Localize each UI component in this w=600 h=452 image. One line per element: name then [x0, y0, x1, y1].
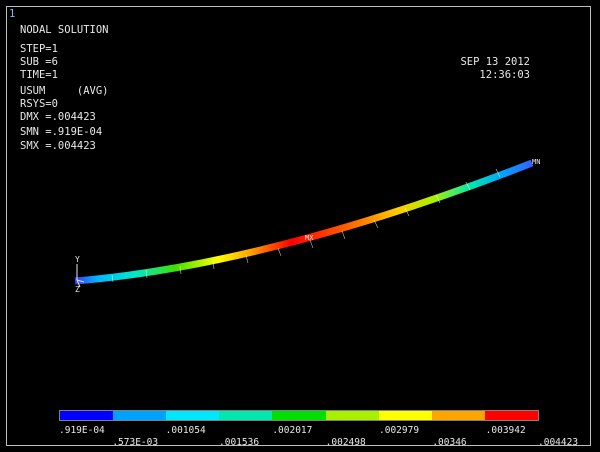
deformed-beam-plot[interactable]: MX MN Y Z	[0, 0, 600, 452]
legend-color-3	[219, 411, 273, 420]
triad-y-label: Y	[75, 255, 80, 264]
legend-label-top: .002017	[272, 425, 313, 436]
max-marker: MX	[305, 234, 314, 242]
legend-color-0	[60, 411, 114, 420]
graphics-window[interactable]: 1 NODAL SOLUTION STEP=1 SUB =6 TIME=1 US…	[0, 0, 600, 452]
triad-z-label: Z	[75, 285, 80, 294]
legend-color-4	[272, 411, 326, 420]
legend-label-bottom: .004423	[538, 437, 579, 448]
min-marker: MN	[532, 158, 540, 166]
legend-label-bottom: .002498	[325, 437, 366, 448]
legend-color-7	[431, 411, 485, 420]
legend-label-bottom: .001536	[219, 437, 260, 448]
legend-label-top: .002979	[379, 425, 420, 436]
legend-color-5	[325, 411, 379, 420]
legend-label-top: .003942	[485, 425, 526, 436]
legend-color-8	[484, 411, 538, 420]
legend-color-2	[166, 411, 220, 420]
contour-legend-bar	[59, 410, 539, 421]
legend-label-bottom: .573E-03	[112, 437, 159, 448]
legend-color-6	[378, 411, 432, 420]
beam-body	[74, 159, 534, 285]
element-divisions	[111, 168, 501, 283]
legend-label-bottom: .00346	[432, 437, 467, 448]
legend-label-top: .919E-04	[59, 425, 105, 436]
legend-label-top: .001054	[165, 425, 206, 436]
legend-color-1	[113, 411, 167, 420]
